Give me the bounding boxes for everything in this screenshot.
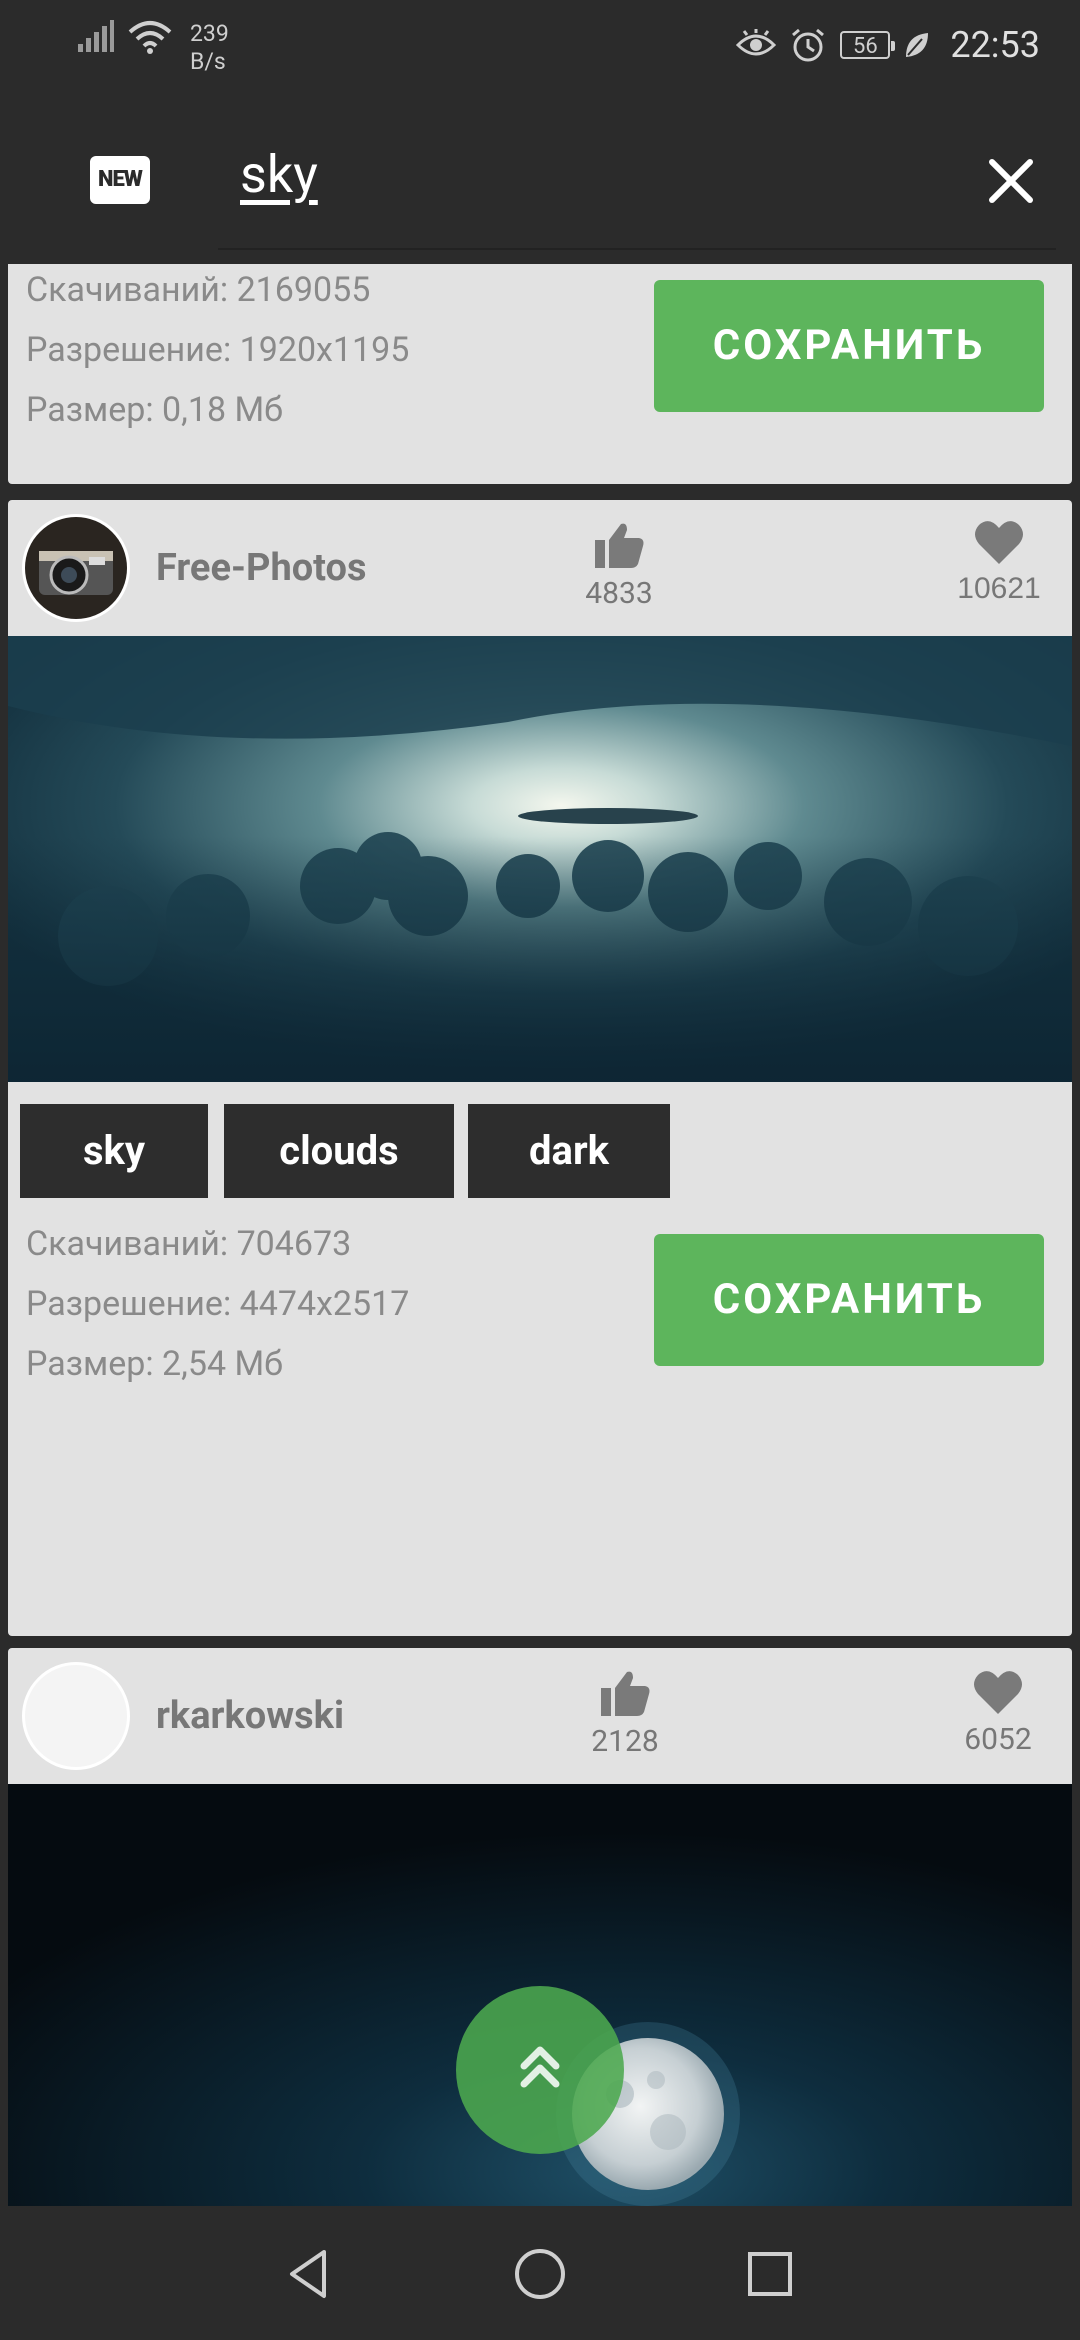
card-header: rkarkowski 2128 6052 bbox=[8, 1648, 1072, 1784]
author-name[interactable]: Free-Photos bbox=[156, 546, 367, 590]
heart-icon bbox=[974, 1671, 1022, 1714]
heart-icon bbox=[975, 521, 1023, 564]
eye-icon bbox=[736, 29, 777, 56]
likes-stat[interactable]: 4833 bbox=[554, 520, 684, 611]
search-input[interactable]: sky bbox=[240, 144, 318, 205]
card-header: Free-Photos 4833 bbox=[8, 500, 1072, 636]
alarm-icon bbox=[792, 28, 825, 62]
file-size: Размер: 2,54 Мб bbox=[26, 1344, 283, 1384]
close-icon[interactable] bbox=[976, 146, 1046, 216]
tag-button[interactable]: dark bbox=[468, 1104, 670, 1198]
status-right: 56 22:53 bbox=[736, 24, 1040, 66]
tag-row: sky clouds dark bbox=[8, 1082, 1072, 1222]
system-nav-bar bbox=[0, 2206, 1080, 2340]
likes-count: 4833 bbox=[585, 576, 653, 611]
double-chevron-up-icon bbox=[520, 2046, 560, 2088]
search-underline bbox=[218, 248, 1056, 250]
search-toolbar: NEW sky bbox=[0, 96, 1080, 264]
photo-card: Free-Photos 4833 sky clouds dark Скачива… bbox=[8, 500, 1072, 1636]
tag-button[interactable]: sky bbox=[20, 1104, 208, 1198]
avatar[interactable] bbox=[22, 1662, 130, 1770]
thumb-up-icon bbox=[601, 1671, 650, 1716]
resolution-info: Разрешение: 1920x1195 bbox=[26, 330, 410, 370]
photo-feed[interactable]: Скачиваний: 2169055 Разрешение: 1920x119… bbox=[0, 264, 1080, 2206]
file-size: Размер: 0,18 Мб bbox=[26, 390, 283, 430]
tag-button[interactable]: clouds bbox=[224, 1104, 454, 1198]
wifi-icon bbox=[128, 21, 172, 54]
favorites-stat[interactable]: 6052 bbox=[928, 1668, 1068, 1757]
thumb-up-icon bbox=[595, 523, 644, 568]
status-bar: 239 B/s 56 22:53 bbox=[0, 0, 1080, 96]
likes-stat[interactable]: 2128 bbox=[560, 1668, 690, 1759]
photo-meta: Скачиваний: 704673 Разрешение: 4474x2517… bbox=[8, 1222, 1072, 1402]
home-icon[interactable] bbox=[512, 2246, 568, 2302]
author-name[interactable]: rkarkowski bbox=[156, 1694, 344, 1738]
network-speed: 239 B/s bbox=[190, 20, 229, 76]
downloads-count: Скачиваний: 704673 bbox=[26, 1224, 352, 1264]
photo-card: Скачиваний: 2169055 Разрешение: 1920x119… bbox=[8, 264, 1072, 484]
camera-avatar-image bbox=[25, 517, 127, 619]
scroll-top-button[interactable] bbox=[456, 1986, 624, 2154]
recents-icon[interactable] bbox=[742, 2246, 798, 2302]
avatar[interactable] bbox=[22, 514, 130, 622]
resolution-info: Разрешение: 4474x2517 bbox=[26, 1284, 410, 1324]
clouds-photo bbox=[8, 636, 1072, 1082]
save-button[interactable]: СОХРАНИТЬ bbox=[654, 280, 1044, 412]
network-speed-unit: B/s bbox=[190, 48, 226, 75]
favorites-count: 6052 bbox=[964, 1722, 1032, 1757]
photo-image[interactable] bbox=[8, 636, 1072, 1082]
clock: 22:53 bbox=[950, 24, 1040, 66]
likes-count: 2128 bbox=[591, 1724, 659, 1759]
signal-icon bbox=[78, 20, 114, 52]
battery-indicator: 56 bbox=[840, 31, 896, 59]
network-speed-value: 239 bbox=[190, 20, 229, 47]
save-button[interactable]: СОХРАНИТЬ bbox=[654, 1234, 1044, 1366]
favorites-stat[interactable]: 10621 bbox=[944, 518, 1054, 606]
downloads-count: Скачиваний: 2169055 bbox=[26, 270, 371, 310]
back-icon[interactable] bbox=[282, 2246, 338, 2302]
status-left: 239 B/s bbox=[78, 20, 229, 76]
new-badge-button[interactable]: NEW bbox=[90, 156, 150, 204]
leaf-icon bbox=[906, 33, 929, 57]
favorites-count: 10621 bbox=[957, 572, 1041, 605]
